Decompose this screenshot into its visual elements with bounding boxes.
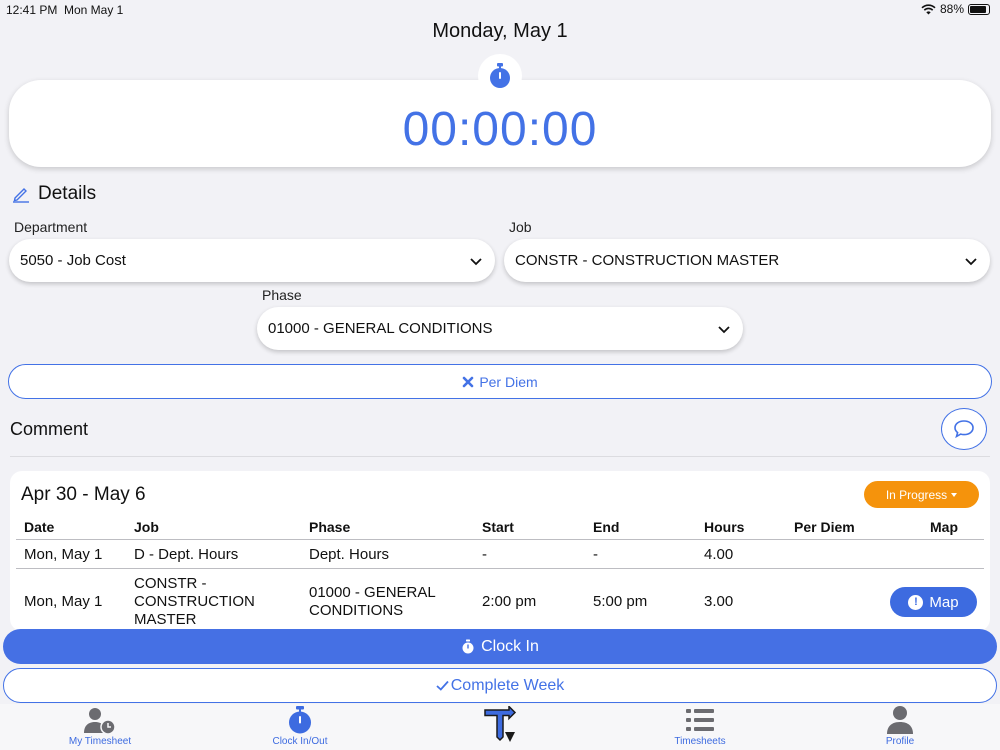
page-title: Monday, May 1 <box>432 20 568 42</box>
tab-label: Timesheets <box>674 736 726 747</box>
department-value: 5050 - Job Cost <box>20 252 126 269</box>
status-right: 88% <box>921 2 990 16</box>
department-label: Department <box>14 219 88 235</box>
checkmark-icon <box>436 680 449 691</box>
chat-bubble-icon <box>954 420 974 439</box>
cell-phase: 01000 - GENERAL CONDITIONS <box>309 584 436 619</box>
cell-end: 5:00 pm <box>593 593 648 610</box>
job-select[interactable]: CONSTR - CONSTRUCTION MASTER <box>504 239 990 282</box>
comment-button[interactable] <box>941 408 987 450</box>
tab-home-logo[interactable] <box>440 704 560 750</box>
tab-label: Profile <box>885 736 915 747</box>
status-label: In Progress <box>885 487 948 502</box>
details-heading: Details <box>12 183 96 205</box>
pencil-icon <box>13 188 29 203</box>
x-icon <box>463 376 474 387</box>
timer-value: 00:00:00 <box>402 103 598 156</box>
cell-job: CONSTR - CONSTRUCTION MASTER <box>134 575 255 628</box>
table-divider <box>16 568 984 569</box>
chevron-down-icon <box>965 257 977 265</box>
comment-label: Comment <box>10 419 89 439</box>
cell-phase: Dept. Hours <box>309 546 390 563</box>
tab-profile[interactable]: Profile <box>840 704 960 750</box>
col-header-hours: Hours <box>704 519 745 535</box>
map-label: Map <box>929 593 959 611</box>
chevron-down-icon <box>470 257 482 265</box>
status-bar: 12:41 PM Mon May 1 88% <box>0 0 1000 20</box>
tab-timesheets[interactable]: Timesheets <box>640 704 760 750</box>
tab-my-timesheet[interactable]: My Timesheet <box>40 704 160 750</box>
tab-label: Clock In/Out <box>272 736 328 747</box>
clock-in-label: Clock In <box>481 637 539 655</box>
cell-date: Mon, May 1 <box>24 593 103 610</box>
job-value: CONSTR - CONSTRUCTION MASTER <box>515 252 780 269</box>
cell-date: Mon, May 1 <box>24 546 103 563</box>
caret-down-icon <box>951 492 958 497</box>
person-clock-icon <box>82 704 118 736</box>
list-icon <box>685 704 715 736</box>
exclamation-icon: ! <box>908 594 924 610</box>
phase-select[interactable]: 01000 - GENERAL CONDITIONS <box>257 307 743 350</box>
stopwatch-icon <box>478 54 522 98</box>
chevron-down-icon <box>718 325 730 333</box>
stopwatch-icon <box>287 704 313 736</box>
wifi-icon <box>921 3 936 14</box>
col-header-map: Map <box>930 519 958 535</box>
cell-start: 2:00 pm <box>482 593 537 610</box>
department-select[interactable]: 5050 - Job Cost <box>9 239 495 282</box>
cell-start: - <box>482 546 487 563</box>
tab-bar: My Timesheet Clock In/Out Timesheets Pro… <box>0 704 1000 750</box>
cell-job: D - Dept. Hours <box>134 546 239 563</box>
job-label: Job <box>509 219 532 235</box>
tab-clock-in-out[interactable]: Clock In/Out <box>240 704 360 750</box>
cell-end: - <box>593 546 598 563</box>
status-dropdown[interactable]: In Progress <box>864 481 979 508</box>
map-button[interactable]: ! Map <box>890 587 977 617</box>
app-logo-icon <box>482 704 518 746</box>
stopwatch-icon <box>462 639 474 654</box>
col-header-job: Job <box>134 519 159 535</box>
battery-percent: 88% <box>939 2 964 16</box>
col-header-phase: Phase <box>309 519 351 535</box>
status-date: Mon May 1 <box>64 3 124 17</box>
week-range: Apr 30 - May 6 <box>21 484 146 505</box>
col-header-date: Date <box>24 519 55 535</box>
status-time: 12:41 PM <box>6 3 58 17</box>
cell-hours: 3.00 <box>704 593 734 610</box>
table-divider <box>16 539 984 540</box>
phase-label: Phase <box>262 287 302 303</box>
cell-hours: 4.00 <box>704 546 734 563</box>
details-title: Details <box>38 183 97 204</box>
complete-week-button[interactable]: Complete Week <box>3 668 997 703</box>
phase-value: 01000 - GENERAL CONDITIONS <box>268 320 493 337</box>
col-header-end: End <box>593 519 620 535</box>
per-diem-label: Per Diem <box>479 373 538 390</box>
battery-icon <box>968 3 990 15</box>
col-header-per-diem: Per Diem <box>794 519 855 535</box>
person-icon <box>886 704 914 736</box>
per-diem-button[interactable]: Per Diem <box>8 364 992 399</box>
complete-week-label: Complete Week <box>450 676 565 694</box>
tab-label: My Timesheet <box>68 736 132 747</box>
clock-in-button[interactable]: Clock In <box>3 629 997 664</box>
col-header-start: Start <box>482 519 514 535</box>
week-card: Apr 30 - May 6 In Progress Date Job Phas… <box>10 471 990 631</box>
divider <box>10 456 990 457</box>
